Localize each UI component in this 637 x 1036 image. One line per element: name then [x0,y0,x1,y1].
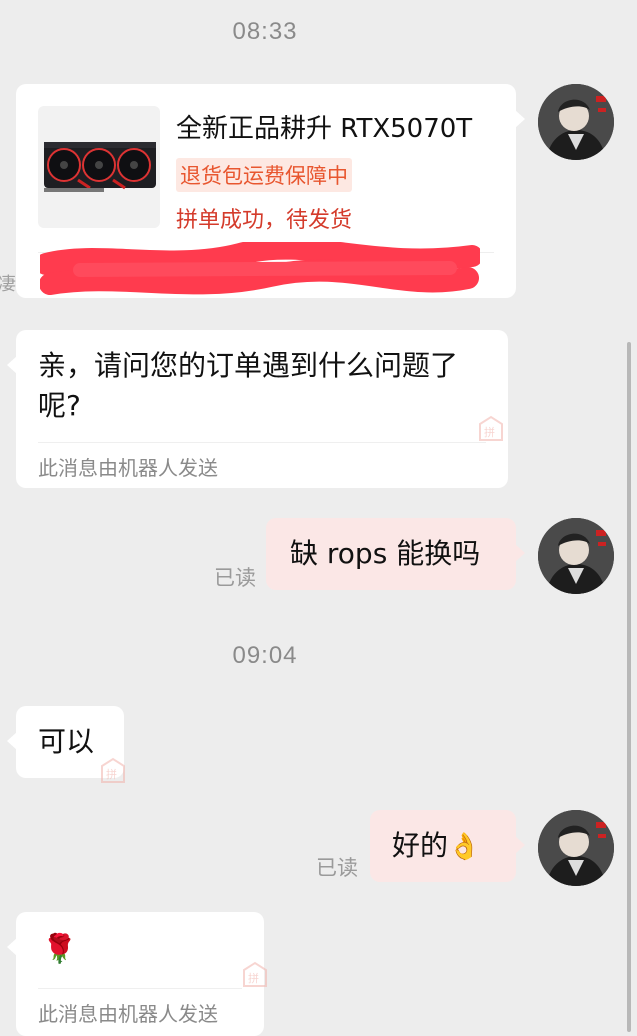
message-bubble-outgoing[interactable]: 好的👌 [370,810,525,882]
message-bubble-incoming[interactable]: 🌹 此消息由机器人发送 拼 [7,912,267,1036]
timestamp: 09:04 [232,642,298,669]
truncated-label: 凄 [0,274,16,295]
robot-note: 此消息由机器人发送 [38,1002,218,1026]
message-text: 好的👌 [392,826,480,867]
svg-text:拼: 拼 [248,971,259,985]
pinduoduo-stamp-icon: 拼 [243,961,267,987]
pinduoduo-stamp-icon: 拼 [101,757,125,783]
product-order-card[interactable]: 全新正品耕升 RTX5070T 退货包运费保障中 拼单成功，待发货 [16,84,525,298]
product-thumbnail[interactable] [38,106,160,228]
message-bubble-outgoing[interactable]: 缺 rops 能换吗 [266,518,525,590]
message-bubble-incoming[interactable]: 亲，请问您的订单遇到什么问题了呢? 此消息由机器人发送 拼 [7,330,508,488]
scrollbar[interactable] [627,342,631,1032]
user-avatar[interactable] [538,518,614,594]
message-bubble-incoming[interactable]: 可以 拼 [7,706,125,783]
graphics-card-image [44,142,156,192]
message-text: 亲，请问您的订单遇到什么问题了呢? [38,349,459,422]
user-avatar[interactable] [538,84,614,160]
pinduoduo-stamp-icon: 拼 [479,415,503,441]
svg-text:拼: 拼 [106,767,117,781]
svg-text:拼: 拼 [484,425,495,439]
order-status: 拼单成功，待发货 [176,208,353,233]
timestamp: 08:33 [232,18,298,45]
user-avatar[interactable] [538,810,614,886]
return-shipping-badge: 退货包运费保障中 [176,158,352,192]
message-text: 缺 rops 能换吗 [290,537,481,570]
product-title[interactable]: 全新正品耕升 RTX5070T [176,108,472,145]
note-divider [38,442,486,443]
read-receipt: 已读 [316,856,358,880]
rose-icon: 🌹 [42,932,77,965]
read-receipt: 已读 [214,566,256,590]
redaction-scribble [40,242,480,295]
note-divider [38,988,242,989]
robot-note: 此消息由机器人发送 [38,456,218,480]
message-text-content: 好的 [392,829,449,862]
ok-hand-icon: 👌 [448,832,481,862]
message-text: 可以 [38,725,95,758]
